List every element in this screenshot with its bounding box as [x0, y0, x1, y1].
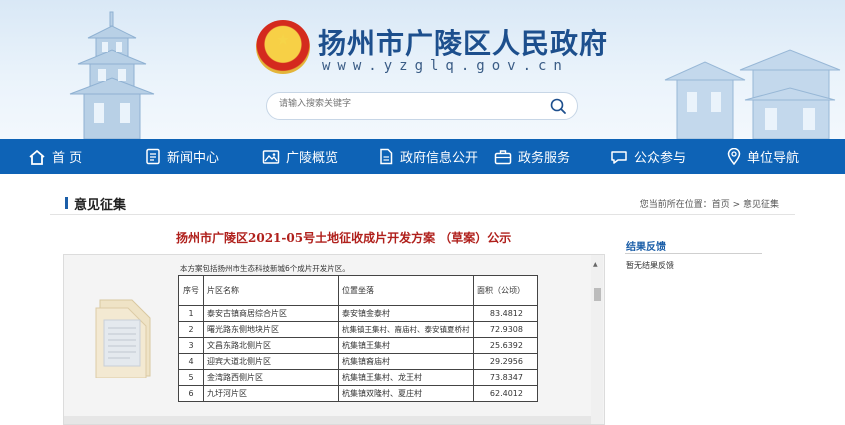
table-row: 5 金湾路西侧片区 杭集镇王集村、龙王村 73.8347 — [178, 369, 538, 386]
search-icon[interactable] — [549, 97, 567, 115]
scroll-up-arrow-icon[interactable]: ▲ — [593, 261, 598, 268]
briefcase-icon — [494, 149, 512, 164]
nav-label: 首 页 — [52, 151, 83, 166]
table-row: 4 迎宾大道北侧片区 杭集镇裔庙村 29.2956 — [178, 353, 538, 370]
feedback-text: 暂无结果反馈 — [626, 261, 674, 270]
divider — [625, 253, 762, 254]
table-cell: 6 — [178, 385, 204, 402]
feedback-title: 结果反馈 — [626, 242, 666, 253]
location-icon — [727, 148, 741, 165]
home-icon — [29, 149, 45, 165]
table-cell: 2 — [178, 321, 204, 338]
nav-item-overview[interactable]: 广陵概览 — [262, 139, 338, 174]
breadcrumb[interactable]: 您当前所在位置：首页 > 意见征集 — [640, 197, 779, 210]
table-cell: 杭集镇双隆村、夏庄村 — [338, 385, 474, 402]
chat-icon — [611, 150, 627, 164]
section-header: 意见征集 您当前所在位置：首页 > 意见征集 — [50, 180, 795, 215]
section-title: 意见征集 — [74, 198, 127, 213]
nav-item-unit-guide[interactable]: 单位导航 — [727, 139, 799, 174]
document-title: 扬州市广陵区2021-05号土地征收成片开发方案 （草案）公示 — [176, 231, 512, 245]
table-cell: 文昌东路北侧片区 — [203, 337, 339, 354]
plan-table: 序号 片区名称 位置坐落 面积（公顷） 1 泰安古镇商居综合片区 泰安镇金泰村 … — [178, 275, 538, 402]
table-cell: 72.9308 — [473, 321, 538, 338]
table-row: 3 文昌东路北侧片区 杭集镇王集村 25.6392 — [178, 337, 538, 354]
table-cell: 25.6392 — [473, 337, 538, 354]
site-url: www.yzglq.gov.cn — [322, 58, 569, 74]
table-cell: 泰安镇金泰村 — [338, 305, 474, 322]
table-header-row: 序号 片区名称 位置坐落 面积（公顷） — [178, 275, 538, 306]
table-row: 6 九圩河片区 杭集镇双隆村、夏庄村 62.4012 — [178, 385, 538, 402]
table-cell: 九圩河片区 — [203, 385, 339, 402]
nav-item-services[interactable]: 政务服务 — [494, 139, 570, 174]
column-header: 片区名称 — [203, 275, 339, 306]
table-cell: 5 — [178, 369, 204, 386]
nav-item-info-disclosure[interactable]: 政府信息公开 — [378, 139, 478, 174]
table-row: 2 曙光路东侧地块片区 杭集镇王集村、裔庙村、泰安镇夏桥村 72.9308 — [178, 321, 538, 338]
pavilion-illustration — [664, 49, 841, 139]
nav-label: 政务服务 — [518, 151, 571, 166]
nav-label: 新闻中心 — [167, 151, 220, 166]
search-input[interactable] — [277, 98, 531, 110]
nav-label: 政府信息公开 — [400, 151, 479, 166]
search-box — [266, 92, 578, 120]
table-cell: 金湾路西侧片区 — [203, 369, 339, 386]
nav-item-participation[interactable]: 公众参与 — [610, 139, 686, 174]
section-marker — [65, 197, 68, 209]
table-cell: 73.8347 — [473, 369, 538, 386]
table-cell: 杭集镇裔庙村 — [338, 353, 474, 370]
table-cell: 83.4812 — [473, 305, 538, 322]
scroll-thumb[interactable] — [594, 288, 601, 301]
column-header: 位置坐落 — [338, 275, 474, 306]
site-header: ★ 扬州市广陵区人民政府 www.yzglq.gov.cn — [0, 0, 845, 139]
main-nav: 首 页 新闻中心 广陵概览 政府信息公开 政务服务 公众参与 单位导航 — [0, 139, 845, 174]
pagoda-illustration — [69, 11, 155, 139]
table-cell: 杭集镇王集村、龙王村 — [338, 369, 474, 386]
picture-icon — [262, 149, 280, 164]
folder-icon — [95, 299, 151, 378]
table-cell: 泰安古镇商居综合片区 — [203, 305, 339, 322]
nav-item-home[interactable]: 首 页 — [28, 139, 82, 174]
table-cell: 曙光路东侧地块片区 — [203, 321, 339, 338]
national-emblem: ★ — [256, 20, 310, 74]
table-cell: 62.4012 — [473, 385, 538, 402]
site-title: 扬州市广陵区人民政府 — [318, 27, 609, 60]
nav-item-news[interactable]: 新闻中心 — [145, 139, 219, 174]
document-note: 本方案包括扬州市生态科技新城6个成片开发片区。 — [180, 264, 350, 273]
table-cell: 3 — [178, 337, 204, 354]
table-row: 1 泰安古镇商居综合片区 泰安镇金泰村 83.4812 — [178, 305, 538, 322]
column-header: 序号 — [178, 275, 204, 306]
table-cell: 29.2956 — [473, 353, 538, 370]
news-icon — [146, 148, 160, 165]
main-content: 意见征集 您当前所在位置：首页 > 意见征集 扬州市广陵区2021-05号土地征… — [50, 180, 795, 425]
nav-label: 广陵概览 — [286, 151, 339, 166]
nav-label: 单位导航 — [747, 151, 800, 166]
table-cell: 迎宾大道北侧片区 — [203, 353, 339, 370]
table-cell: 1 — [178, 305, 204, 322]
table-cell: 4 — [178, 353, 204, 370]
document-icon — [380, 148, 393, 165]
table-cell: 杭集镇王集村 — [338, 337, 474, 354]
table-cell: 杭集镇王集村、裔庙村、泰安镇夏桥村 — [338, 321, 474, 338]
column-header: 面积（公顷） — [473, 275, 538, 306]
nav-label: 公众参与 — [634, 151, 687, 166]
document-viewer[interactable]: 本方案包括扬州市生态科技新城6个成片开发片区。 序号 片区名称 位置坐落 面积（… — [63, 254, 605, 425]
vertical-scrollbar[interactable]: ▲ — [591, 255, 603, 424]
